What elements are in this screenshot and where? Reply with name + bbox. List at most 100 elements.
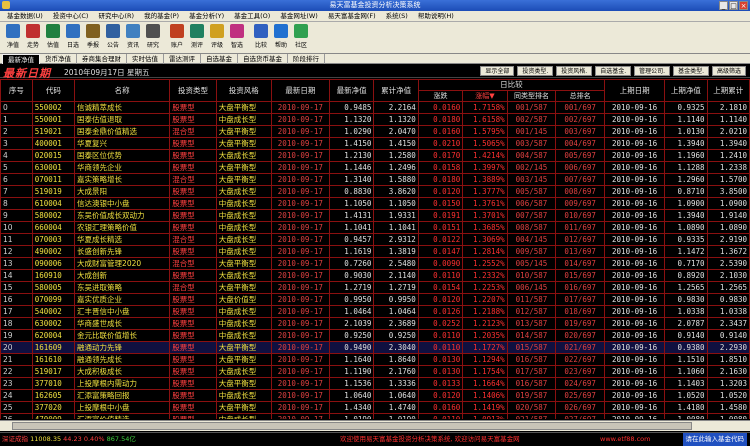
table-row[interactable]: 0 550002 信诚精萃成长 股票型 大盘平衡型 2010-09-17 0.9485 2.2… bbox=[0, 101, 750, 114]
col-name[interactable]: 名称 bbox=[74, 79, 171, 102]
cell-pacc: 2.2930 bbox=[706, 341, 750, 354]
tab-3[interactable]: 实时估值 bbox=[127, 54, 164, 64]
table-row[interactable]: 6 070011 嘉实策略增长 混合型 大盘平衡型 2010-09-17 1.3140 1.5… bbox=[0, 173, 750, 186]
col-pacc[interactable]: 上期累计 bbox=[706, 79, 750, 102]
cell-acc: 1.2580 bbox=[373, 149, 419, 162]
toolbar-button-4[interactable]: 季报 bbox=[83, 22, 103, 52]
col-style[interactable]: 投资风格 bbox=[215, 79, 272, 102]
table-row[interactable]: 22 519017 大成积极成长 股票型 大盘成长型 2010-09-17 1.1190 2.… bbox=[0, 365, 750, 378]
col-rank[interactable]: 同类型排名 bbox=[506, 90, 557, 102]
cell-pct: 1.1727% bbox=[462, 341, 508, 354]
filter-button-3[interactable]: 自选基金. bbox=[595, 66, 632, 76]
filter-button-5[interactable]: 基金类型. bbox=[673, 66, 709, 76]
filter-button-0[interactable]: 显示全部 bbox=[480, 66, 515, 76]
scrollbar-thumb[interactable] bbox=[12, 422, 692, 430]
table-row[interactable]: 23 377010 上投摩根内需动力 股票型 大盘平衡型 2010-09-17 1.1536… bbox=[0, 377, 750, 390]
menu-item-1[interactable]: 投资中心(C) bbox=[48, 11, 94, 21]
col-chg[interactable]: 涨跌 bbox=[417, 90, 464, 102]
table-row[interactable]: 16 070099 嘉实优质企业 股票型 大盘价值型 2010-09-17 0.9950 0.… bbox=[0, 293, 750, 306]
fund-code-input-hint[interactable]: 请在此输入基金代码 bbox=[682, 433, 747, 446]
toolbar-button-2[interactable]: 估值 bbox=[43, 22, 63, 52]
menu-item-7[interactable]: 易天富基金网(F) bbox=[323, 11, 381, 21]
tab-2[interactable]: 券商集合理财 bbox=[77, 54, 127, 64]
table-row[interactable]: 8 610004 信达澳银中小盘 股票型 中盘成长型 2010-09-17 1.1050 1.… bbox=[0, 197, 750, 210]
toolbar-button-8[interactable]: 账户 bbox=[167, 22, 187, 52]
table-row[interactable]: 17 540002 汇丰晋信中小盘 股票型 中盘成长型 2010-09-17 1.0464 1… bbox=[0, 305, 750, 318]
tab-6[interactable]: 自选货币基金 bbox=[238, 54, 288, 64]
table-row[interactable]: 7 519019 大成景阳 股票型 大盘成长型 2010-09-17 0.8830 3.862… bbox=[0, 185, 750, 198]
col-idx[interactable]: 序号 bbox=[0, 79, 33, 102]
menu-item-5[interactable]: 基金工具(O) bbox=[229, 11, 275, 21]
tab-5[interactable]: 自选基金 bbox=[201, 54, 238, 64]
table-row[interactable]: 12 490002 长盛创新先锋 股票型 中盘成长型 2010-09-17 1.1619 1.… bbox=[0, 245, 750, 258]
table-row[interactable]: 19 620004 金元比联价值增长 股票型 中盘成长型 2010-09-17 0.9250… bbox=[0, 329, 750, 342]
table-row[interactable]: 2 519021 国泰金鼎价值精选 混合型 大盘平衡型 2010-09-17 1.0290 2… bbox=[0, 125, 750, 138]
toolbar-button-1[interactable]: 走势 bbox=[23, 22, 43, 52]
table-row[interactable]: 5 630001 华商领先企业 股票型 大盘平衡型 2010-09-17 1.1446 1.2… bbox=[0, 161, 750, 174]
tab-1[interactable]: 货币净值 bbox=[40, 54, 77, 64]
menu-item-3[interactable]: 我的基金(P) bbox=[139, 11, 184, 21]
cell-code: 490002 bbox=[31, 245, 76, 258]
menu-item-0[interactable]: 基金数据(U) bbox=[2, 11, 48, 21]
table-row[interactable]: 20 161609 融通动力先锋 股票型 大盘平衡型 2010-09-17 0.9490 2.… bbox=[0, 341, 750, 354]
toolbar-button-6[interactable]: 资讯 bbox=[123, 22, 143, 52]
menu-item-6[interactable]: 基金网址(W) bbox=[275, 11, 323, 21]
tab-4[interactable]: 雷达测评 bbox=[164, 54, 201, 64]
toolbar-button-10[interactable]: 评级 bbox=[207, 22, 227, 52]
col-acc[interactable]: 累计净值 bbox=[373, 79, 419, 102]
table-row[interactable]: 1 550001 国泰估值退取 股票型 中盘成长型 2010-09-17 1.1320 1.1… bbox=[0, 113, 750, 126]
col-total[interactable]: 总排名 bbox=[555, 90, 605, 102]
toolbar-button-14[interactable]: 社区 bbox=[291, 22, 311, 52]
table-row[interactable]: 14 160910 大成创新 股票型 大盘成长型 2010-09-17 0.9030 2.11… bbox=[0, 269, 750, 282]
menu-item-2[interactable]: 研究中心(R) bbox=[93, 11, 139, 21]
toolbar-button-7[interactable]: 研究 bbox=[143, 22, 163, 52]
cell-nav: 0.9490 bbox=[328, 341, 375, 354]
tab-7[interactable]: 阶段排行 bbox=[288, 54, 325, 64]
col-pdate[interactable]: 上期日期 bbox=[603, 79, 666, 102]
toolbar-button-0[interactable]: 净值 bbox=[3, 22, 23, 52]
col-pct[interactable]: 涨幅▼ bbox=[462, 90, 508, 102]
toolbar-label: 帮助 bbox=[274, 42, 287, 49]
col-type[interactable]: 投资类型 bbox=[169, 79, 217, 102]
col-date[interactable]: 最新日期 bbox=[270, 79, 330, 102]
table-row[interactable]: 18 630002 华商盛世成长 股票型 中盘成长型 2010-09-17 2.1039 2.… bbox=[0, 317, 750, 330]
col-pnav[interactable]: 上期净值 bbox=[664, 79, 708, 102]
menu-item-9[interactable]: 帮助说明(H) bbox=[413, 11, 459, 21]
table-row[interactable]: 15 580005 东吴进取策略 混合型 大盘平衡型 2010-09-17 1.2719 1.… bbox=[0, 281, 750, 294]
index-label: 深证成指 bbox=[2, 435, 28, 443]
toolbar-button-13[interactable]: 帮助 bbox=[271, 22, 291, 52]
toolbar-button-12[interactable]: 比较 bbox=[251, 22, 271, 52]
table-row[interactable]: 26 470009 汇添富价值精选 股票型 中盘成长型 2010-09-17 1.0190 1… bbox=[0, 413, 750, 419]
cell-style: 大盘平衡型 bbox=[215, 101, 272, 114]
cell-date: 2010-09-17 bbox=[270, 209, 330, 222]
table-row[interactable]: 11 070003 华夏成长精选 混合型 大盘成长型 2010-09-17 0.9457 2.… bbox=[0, 233, 750, 246]
toolbar-button-11[interactable]: 智选 bbox=[227, 22, 247, 52]
menu-item-8[interactable]: 系统(S) bbox=[381, 11, 413, 21]
maximize-icon[interactable]: □ bbox=[729, 1, 738, 10]
table-row[interactable]: 13 090006 大成财富管理2020 混合型 大盘平衡型 2010-09-17 0.72… bbox=[0, 257, 750, 270]
toolbar-button-3[interactable]: 日选 bbox=[63, 22, 83, 52]
col-nav[interactable]: 最新净值 bbox=[328, 79, 375, 102]
toolbar-button-9[interactable]: 测评 bbox=[187, 22, 207, 52]
table-row[interactable]: 3 400001 华夏复兴 股票型 大盘平衡型 2010-09-17 1.4150 1.415… bbox=[0, 137, 750, 150]
cell-idx: 23 bbox=[0, 377, 33, 390]
filter-button-6[interactable]: 高级筛选 bbox=[711, 66, 746, 76]
table-row[interactable]: 25 377020 上投摩根中小盘 股票型 大盘平衡型 2010-09-17 1.4340 1… bbox=[0, 401, 750, 414]
toolbar-button-5[interactable]: 公告 bbox=[103, 22, 123, 52]
filter-button-1[interactable]: 投资类型. bbox=[517, 66, 554, 76]
menu-item-4[interactable]: 基金分析(Y) bbox=[184, 11, 229, 21]
table-row[interactable]: 4 020015 国泰区位优势 股票型 大盘成长型 2010-09-17 1.2130 1.2… bbox=[0, 149, 750, 162]
table-row[interactable]: 9 580002 东吴价值成长双动力 股票型 中盘成长型 2010-09-17 1.4131… bbox=[0, 209, 750, 222]
filter-button-2[interactable]: 投资风格. bbox=[556, 66, 593, 76]
table-row[interactable]: 10 660004 农银汇理策略价值 股票型 中盘成长型 2010-09-17 1.1041… bbox=[0, 221, 750, 234]
tab-0[interactable]: 最新净值 bbox=[2, 54, 40, 64]
table-row[interactable]: 21 161610 融通领先成长 股票型 大盘平衡型 2010-09-17 1.1640 1.… bbox=[0, 353, 750, 366]
horizontal-scrollbar[interactable] bbox=[0, 420, 750, 431]
col-code[interactable]: 代码 bbox=[31, 79, 76, 102]
cell-pacc: 1.3203 bbox=[706, 377, 750, 390]
minimize-icon[interactable]: _ bbox=[719, 1, 728, 10]
site-link[interactable]: www.etf88.com bbox=[600, 433, 650, 446]
close-icon[interactable]: × bbox=[739, 1, 748, 10]
filter-button-4[interactable]: 管理公司. bbox=[634, 66, 671, 76]
table-row[interactable]: 24 162605 汇添富策略回报 股票型 中盘成长型 2010-09-17 1.0640 1… bbox=[0, 389, 750, 402]
